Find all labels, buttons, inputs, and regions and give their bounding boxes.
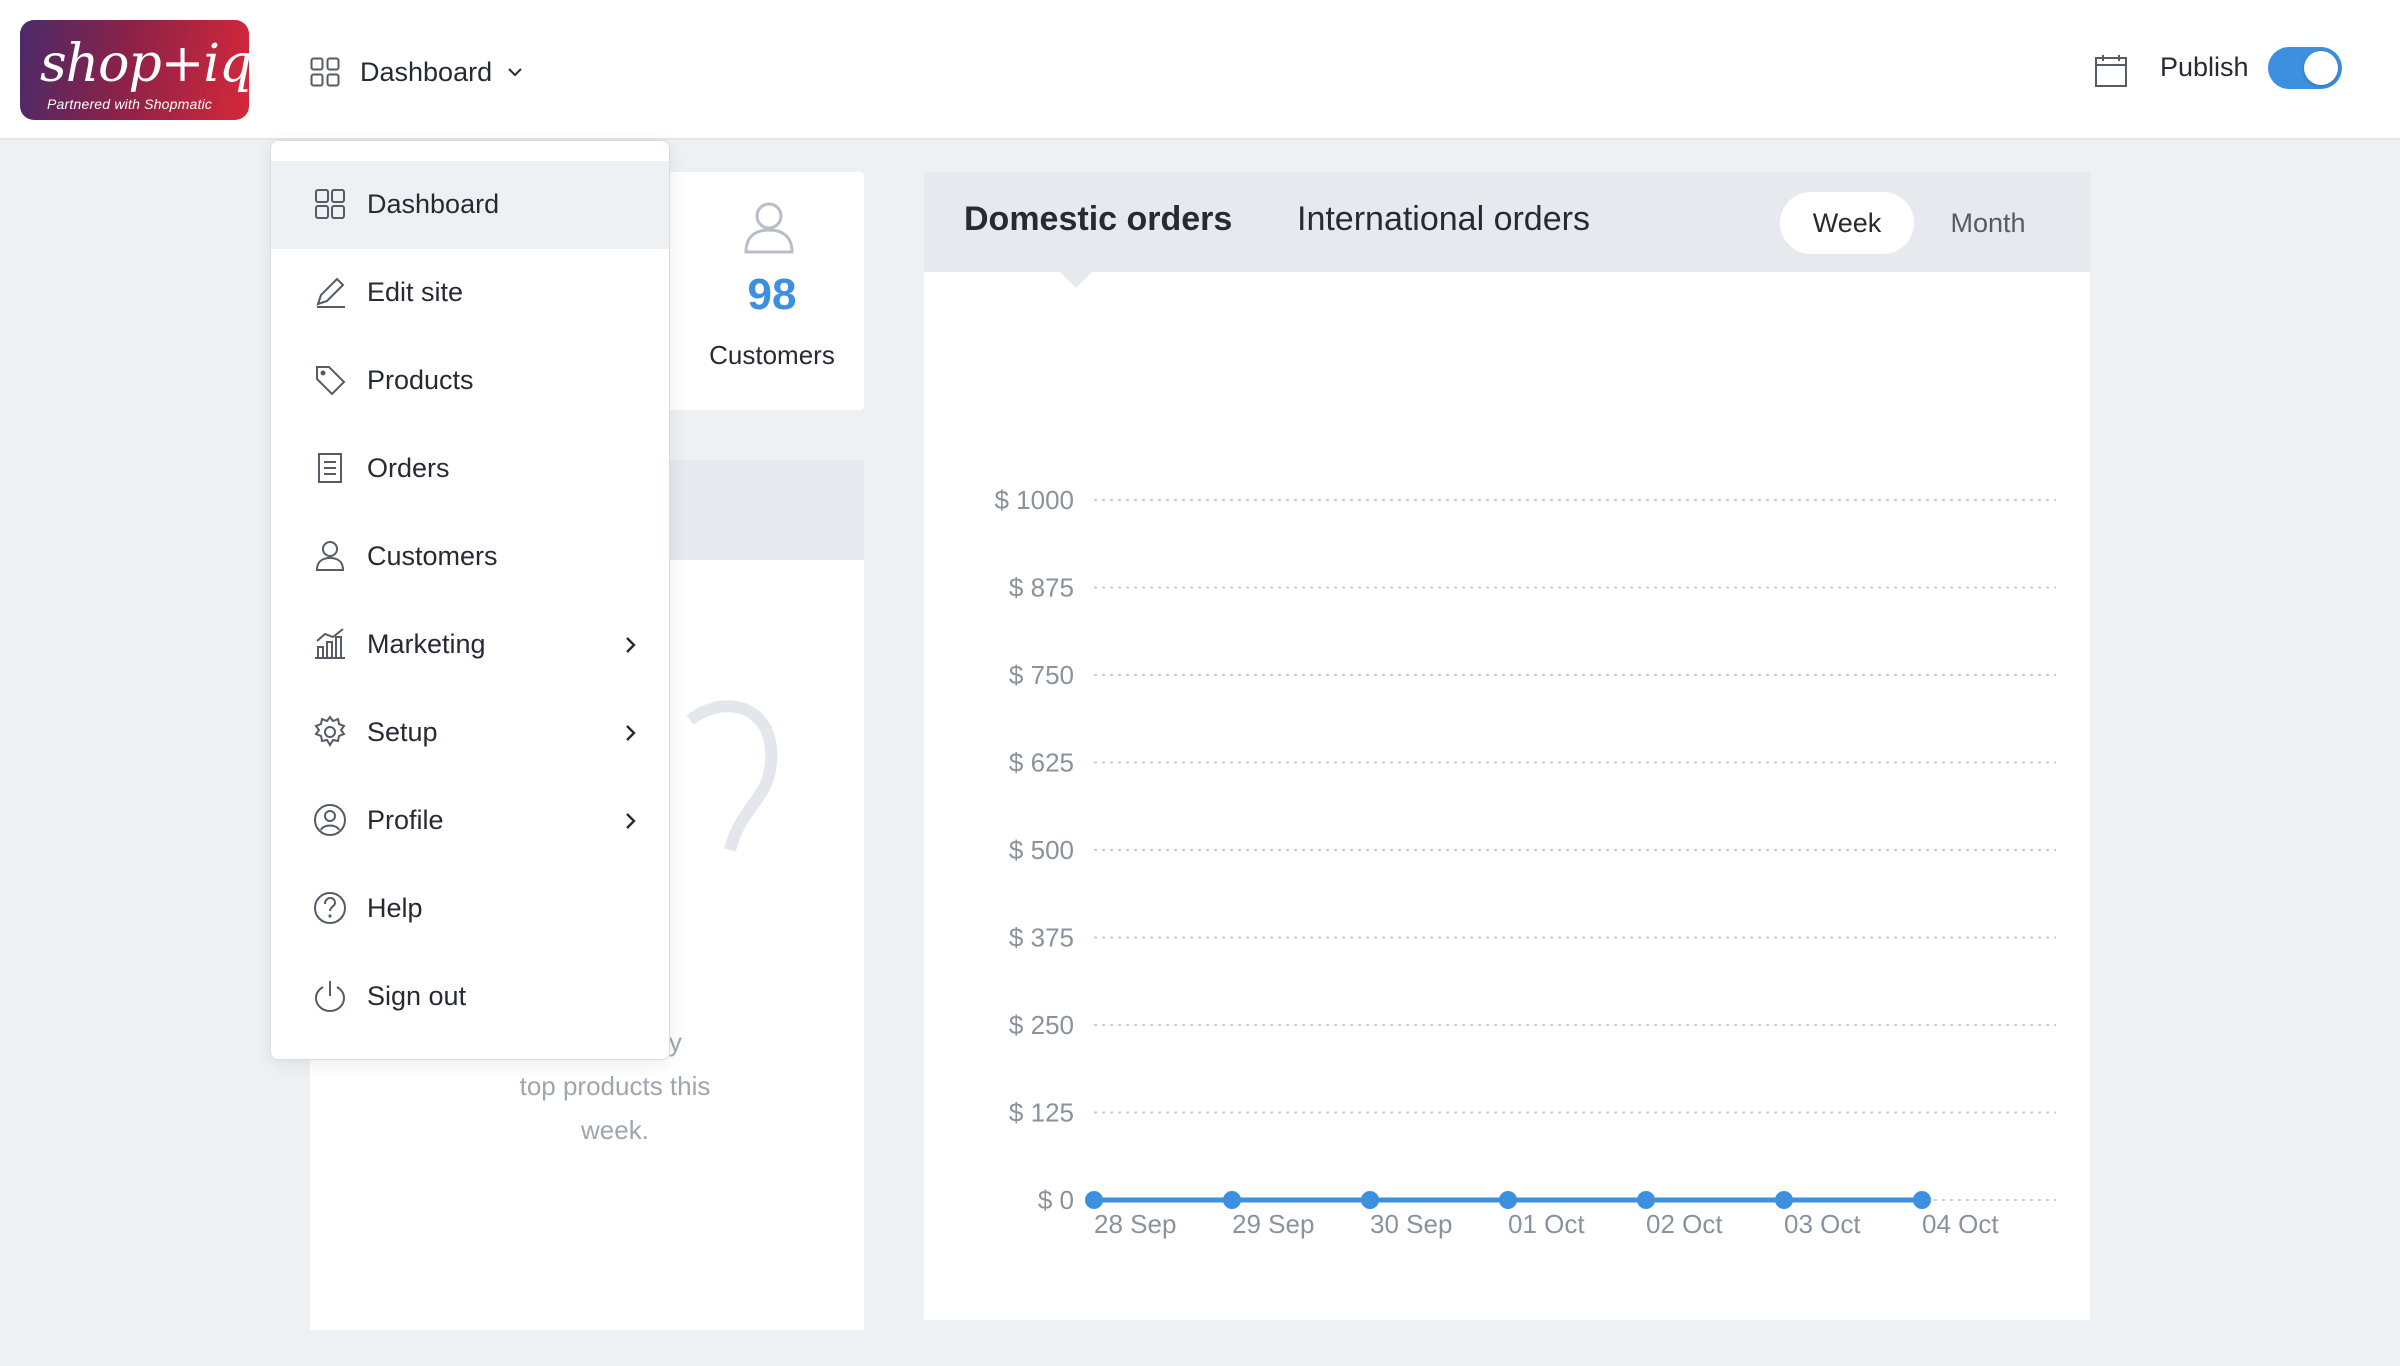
menu-item-label: Products [367, 365, 474, 395]
menu-item-products[interactable]: Products [271, 337, 669, 425]
x-tick-label: 01 Oct [1508, 1209, 1585, 1239]
menu-item-edit-site[interactable]: Edit site [271, 249, 669, 337]
data-point[interactable] [1361, 1191, 1379, 1209]
menu-item-setup[interactable]: Setup [271, 689, 669, 777]
y-tick-label: $ 625 [1009, 748, 1074, 778]
menu-item-help[interactable]: Help [271, 865, 669, 953]
y-tick-label: $ 125 [1009, 1098, 1074, 1128]
chevron-right-icon [626, 725, 636, 741]
x-tick-label: 03 Oct [1784, 1209, 1861, 1239]
logo-wordmark: shop+iq [40, 34, 249, 94]
y-tick-label: $ 1000 [994, 485, 1074, 515]
navigation-dropdown-menu: Dashboard Edit site Products Orders Customer… [270, 140, 670, 1060]
menu-item-label: Edit site [367, 277, 464, 307]
user-icon [315, 541, 345, 571]
logo-subtitle: Partnered with Shopmatic [47, 96, 213, 112]
chevron-right-icon [626, 637, 636, 653]
y-tick-label: $ 875 [1009, 573, 1074, 603]
x-tick-label: 04 Oct [1922, 1209, 1999, 1239]
menu-item-label: Customers [367, 541, 498, 571]
data-point[interactable] [1085, 1191, 1103, 1209]
data-point[interactable] [1223, 1191, 1241, 1209]
period-week-button[interactable]: Week [1780, 192, 1914, 254]
box-illustration-icon [686, 700, 778, 852]
power-icon [314, 981, 346, 1013]
menu-item-label: Marketing [367, 629, 486, 659]
publish-label: Publish [2160, 52, 2249, 82]
menu-item-orders[interactable]: Orders [271, 425, 669, 513]
orders-tab-bar: Domestic orders International orders Wee… [924, 172, 2090, 272]
top-bar: shop+iq Partnered with Shopmatic Dashboa… [0, 0, 2400, 140]
menu-item-sign-out[interactable]: Sign out [271, 953, 669, 1041]
user-icon [744, 202, 794, 254]
period-month-button[interactable]: Month [1918, 192, 2058, 254]
nav-dropdown-trigger[interactable]: Dashboard [310, 48, 524, 96]
tab-domestic-orders[interactable]: Domestic orders [964, 200, 1232, 239]
empty-message-line2: top products this [519, 1071, 711, 1101]
y-tick-label: $ 250 [1009, 1010, 1074, 1040]
tag-icon [316, 366, 346, 396]
customers-count: 98 [747, 270, 797, 319]
publish-toggle[interactable] [2268, 47, 2342, 89]
x-tick-label: 02 Oct [1646, 1209, 1723, 1239]
menu-item-label: Dashboard [367, 189, 500, 219]
orders-chart-card: Domestic orders International orders Wee… [924, 172, 2090, 1320]
user-circle-icon [314, 804, 346, 836]
menu-item-label: Sign out [367, 981, 467, 1011]
calendar-icon[interactable] [2094, 54, 2128, 88]
chart-bars-icon [315, 628, 345, 659]
chevron-right-icon [626, 813, 636, 829]
tab-international-orders[interactable]: International orders [1297, 200, 1590, 239]
menu-item-marketing[interactable]: Marketing [271, 601, 669, 689]
data-point[interactable] [1637, 1191, 1655, 1209]
data-point[interactable] [1913, 1191, 1931, 1209]
y-tick-label: $ 0 [1038, 1185, 1074, 1215]
dashboard-grid-icon [315, 189, 345, 219]
orders-line-chart: $ 0 $ 125 $ 250 $ 375 $ 500 $ 625 $ 750 $ 875 $ … [994, 485, 2056, 1239]
question-circle-icon [314, 892, 346, 924]
menu-item-label: Profile [367, 805, 444, 835]
menu-item-customers[interactable]: Customers [271, 513, 669, 601]
nav-current-label: Dashboard [360, 56, 493, 87]
pencil-icon [316, 277, 345, 308]
menu-item-label: Orders [367, 453, 450, 483]
y-tick-label: $ 500 [1009, 835, 1074, 865]
gear-icon [314, 715, 346, 747]
data-point[interactable] [1775, 1191, 1793, 1209]
menu-item-label: Setup [367, 717, 438, 747]
dashboard-grid-icon [310, 57, 340, 87]
shopiq-logo[interactable]: shop+iq Partnered with Shopmatic [20, 20, 249, 120]
menu-item-dashboard[interactable]: Dashboard [271, 161, 669, 249]
x-tick-label: 28 Sep [1094, 1209, 1176, 1239]
customers-stat-card: 98 Customers [640, 172, 864, 410]
menu-item-label: Help [367, 893, 423, 923]
x-tick-label: 30 Sep [1370, 1209, 1452, 1239]
toggle-knob [2304, 51, 2338, 85]
y-tick-label: $ 375 [1009, 923, 1074, 953]
y-tick-label: $ 750 [1009, 660, 1074, 690]
document-icon [318, 453, 342, 483]
menu-item-profile[interactable]: Profile [271, 777, 669, 865]
data-point[interactable] [1499, 1191, 1517, 1209]
chevron-down-icon [508, 68, 522, 77]
empty-message-line3: week. [581, 1115, 649, 1145]
x-tick-label: 29 Sep [1232, 1209, 1314, 1239]
customers-label: Customers [709, 340, 835, 370]
